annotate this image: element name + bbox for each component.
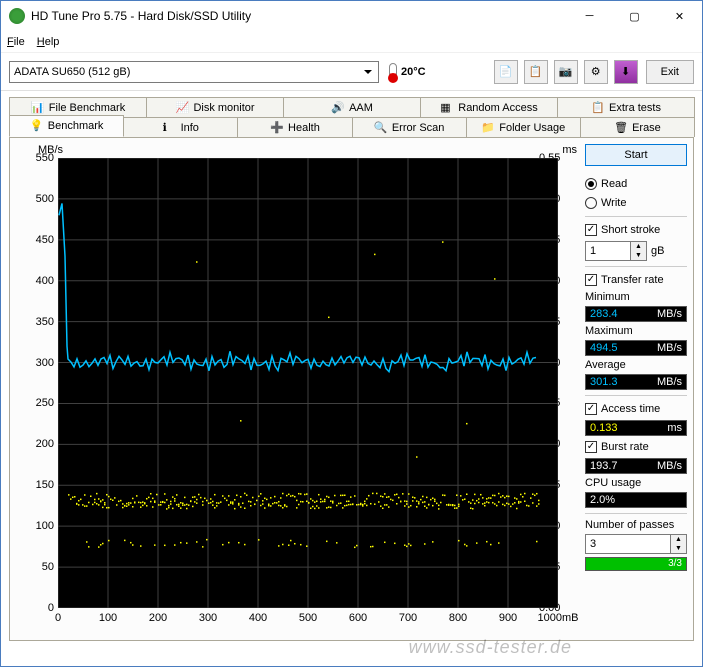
read-radio[interactable]: Read bbox=[585, 176, 687, 192]
y-ticks-left: 550500450400350300250200150100500 bbox=[30, 158, 56, 608]
short-stroke-check[interactable]: Short stroke bbox=[585, 222, 687, 238]
minimum-label: Minimum bbox=[585, 291, 687, 303]
toolbar: ADATA SU650 (512 gB) 20°C 📄 📋 📷 ⚙ ⬇ Exit bbox=[1, 53, 702, 91]
random-icon: ▦ bbox=[440, 101, 454, 115]
passes-spinner[interactable]: ▲▼ bbox=[585, 534, 687, 554]
tab-info[interactable]: ℹInfo bbox=[123, 117, 238, 137]
x-ticks: 01002003004005006007008009001000mB bbox=[58, 610, 568, 626]
radio-dot-icon bbox=[585, 178, 597, 190]
tab-health[interactable]: ➕Health bbox=[237, 117, 352, 137]
tab-extra-tests[interactable]: 📋Extra tests bbox=[557, 97, 695, 117]
tab-folder-usage[interactable]: 📁Folder Usage bbox=[466, 117, 581, 137]
transfer-rate-check[interactable]: Transfer rate bbox=[585, 272, 687, 288]
average-value: 301.3MB/s bbox=[585, 374, 687, 390]
save-icon[interactable]: ⬇ bbox=[614, 60, 638, 84]
spin-down-icon[interactable]: ▼ bbox=[631, 251, 646, 260]
thermometer-icon bbox=[389, 63, 397, 81]
average-label: Average bbox=[585, 359, 687, 371]
search-icon: 🔍 bbox=[374, 121, 388, 135]
health-icon: ➕ bbox=[270, 121, 284, 135]
chart-plot bbox=[58, 158, 558, 608]
trash-icon: 🗑 bbox=[614, 121, 628, 135]
y-axis-right-unit: ms bbox=[562, 144, 577, 156]
copy-info-icon[interactable]: 📋 bbox=[524, 60, 548, 84]
checkbox-icon bbox=[585, 274, 597, 286]
start-button[interactable]: Start bbox=[585, 144, 687, 166]
benchmark-chart: MB/s ms 55050045040035030025020015010050… bbox=[16, 144, 581, 634]
window-title: HD Tune Pro 5.75 - Hard Disk/SSD Utility bbox=[31, 9, 567, 23]
title-bar: HD Tune Pro 5.75 - Hard Disk/SSD Utility… bbox=[1, 1, 702, 31]
progress-bar: 3/3 bbox=[585, 557, 687, 571]
burst-rate-value: 193.7MB/s bbox=[585, 458, 687, 474]
drive-selector[interactable]: ADATA SU650 (512 gB) bbox=[9, 61, 379, 83]
extra-icon: 📋 bbox=[591, 101, 605, 115]
exit-button[interactable]: Exit bbox=[646, 60, 694, 84]
tab-error-scan[interactable]: 🔍Error Scan bbox=[352, 117, 467, 137]
drive-selected: ADATA SU650 (512 gB) bbox=[14, 66, 130, 78]
cpu-usage-label: CPU usage bbox=[585, 477, 687, 489]
tab-container: 📊File Benchmark 📈Disk monitor 🔊AAM ▦Rand… bbox=[9, 95, 694, 641]
info-icon: ℹ bbox=[163, 121, 177, 135]
tab-body: MB/s ms 55050045040035030025020015010050… bbox=[9, 137, 694, 641]
progress-text: 3/3 bbox=[668, 558, 682, 569]
chart-area: MB/s ms 55050045040035030025020015010050… bbox=[16, 144, 583, 634]
tab-row-1: 📊File Benchmark 📈Disk monitor 🔊AAM ▦Rand… bbox=[9, 95, 694, 115]
checkbox-icon bbox=[585, 441, 597, 453]
tab-file-benchmark[interactable]: 📊File Benchmark bbox=[9, 97, 147, 117]
radio-dot-icon bbox=[585, 197, 597, 209]
minimize-button[interactable]: ─ bbox=[567, 1, 612, 31]
checkbox-icon bbox=[585, 224, 597, 236]
screenshot-icon[interactable]: 📷 bbox=[554, 60, 578, 84]
bulb-icon: 💡 bbox=[30, 119, 44, 133]
burst-rate-check[interactable]: Burst rate bbox=[585, 439, 687, 455]
menu-bar: File Help bbox=[1, 31, 702, 53]
tab-row-2: 💡Benchmark ℹInfo ➕Health 🔍Error Scan 📁Fo… bbox=[9, 115, 694, 137]
temperature-display: 20°C bbox=[389, 63, 426, 81]
temperature-value: 20°C bbox=[401, 66, 426, 78]
folder-icon: 📁 bbox=[481, 121, 495, 135]
side-panel: Start Read Write Short stroke ▲▼ gB Tran… bbox=[585, 144, 687, 634]
maximum-label: Maximum bbox=[585, 325, 687, 337]
tab-random-access[interactable]: ▦Random Access bbox=[420, 97, 558, 117]
write-radio[interactable]: Write bbox=[585, 195, 687, 211]
settings-icon[interactable]: ⚙ bbox=[584, 60, 608, 84]
access-time-check[interactable]: Access time bbox=[585, 401, 687, 417]
short-stroke-input[interactable] bbox=[585, 241, 631, 261]
spin-up-icon[interactable]: ▲ bbox=[631, 242, 646, 251]
disk-monitor-icon: 📈 bbox=[175, 101, 189, 115]
tab-aam[interactable]: 🔊AAM bbox=[283, 97, 421, 117]
file-benchmark-icon: 📊 bbox=[31, 101, 45, 115]
menu-help[interactable]: Help bbox=[37, 36, 60, 48]
menu-file[interactable]: File bbox=[7, 36, 25, 48]
spin-down-icon[interactable]: ▼ bbox=[671, 544, 686, 553]
spin-up-icon[interactable]: ▲ bbox=[671, 535, 686, 544]
minimum-value: 283.4MB/s bbox=[585, 306, 687, 322]
tab-benchmark[interactable]: 💡Benchmark bbox=[9, 115, 124, 137]
close-button[interactable]: ✕ bbox=[657, 1, 702, 31]
checkbox-icon bbox=[585, 403, 597, 415]
passes-input[interactable] bbox=[585, 534, 671, 554]
maximize-button[interactable]: ▢ bbox=[612, 1, 657, 31]
stroke-unit: gB bbox=[651, 245, 664, 257]
maximum-value: 494.5MB/s bbox=[585, 340, 687, 356]
access-time-value: 0.133ms bbox=[585, 420, 687, 436]
cpu-usage-value: 2.0% bbox=[585, 492, 687, 508]
passes-label: Number of passes bbox=[585, 519, 687, 531]
speaker-icon: 🔊 bbox=[331, 101, 345, 115]
copy-text-icon[interactable]: 📄 bbox=[494, 60, 518, 84]
window-controls: ─ ▢ ✕ bbox=[567, 1, 702, 31]
app-icon bbox=[9, 8, 25, 24]
tab-disk-monitor[interactable]: 📈Disk monitor bbox=[146, 97, 284, 117]
short-stroke-spinner[interactable]: ▲▼ bbox=[585, 241, 647, 261]
tab-erase[interactable]: 🗑Erase bbox=[580, 117, 695, 137]
